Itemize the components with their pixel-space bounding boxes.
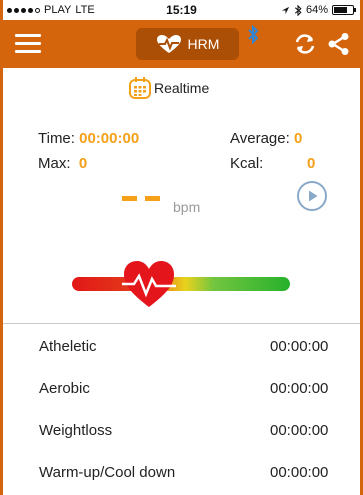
- zone-row-weightloss[interactable]: Weightloss 00:00:00: [3, 409, 360, 451]
- kcal-stat: Kcal:: [230, 155, 263, 172]
- zone-time: 00:00:00: [270, 380, 329, 397]
- zone-label: Atheletic: [39, 338, 97, 355]
- max-label: Max:: [38, 155, 71, 172]
- tab-realtime-label: Realtime: [154, 80, 210, 96]
- tab-realtime[interactable]: Realtime: [128, 76, 209, 100]
- share-icon[interactable]: [327, 32, 351, 56]
- zone-label: Warm-up/Cool down: [39, 464, 176, 481]
- zone-time: 00:00:00: [270, 464, 329, 481]
- bluetooth-status-icon: [294, 4, 302, 16]
- zone-time: 00:00:00: [270, 338, 329, 355]
- status-right: 64%: [281, 4, 356, 16]
- battery-icon: [332, 5, 356, 15]
- time-value: 00:00:00: [79, 130, 140, 147]
- average-value: 0: [293, 130, 303, 147]
- list-divider: [3, 323, 360, 324]
- average-stat: Average: 0: [230, 130, 302, 147]
- bluetooth-icon: [248, 24, 259, 45]
- zone-label: Aerobic: [39, 380, 90, 397]
- zone-row-atheletic[interactable]: Atheletic 00:00:00: [3, 325, 360, 367]
- max-value: 0: [78, 155, 88, 172]
- calendar-grid-icon: [129, 77, 151, 99]
- location-arrow-icon: [281, 6, 290, 14]
- zone-label: Weightloss: [39, 422, 113, 439]
- max-stat: Max: 0: [38, 155, 87, 172]
- zone-row-aerobic[interactable]: Aerobic 00:00:00: [3, 367, 360, 409]
- hrm-label: HRM: [187, 36, 220, 52]
- bpm-unit: bpm: [173, 199, 201, 215]
- battery-percent: 64%: [305, 4, 328, 16]
- bpm-placeholder-dash: [122, 196, 137, 201]
- play-button[interactable]: [297, 181, 327, 211]
- nav-bar: HRM: [3, 20, 360, 68]
- zone-time: 00:00:00: [270, 422, 329, 439]
- heart-rate-zone-bar: [72, 277, 290, 291]
- time-label: Time:: [38, 130, 75, 147]
- hrm-button[interactable]: HRM: [136, 28, 239, 60]
- bpm-placeholder-dash: [145, 196, 160, 201]
- heart-icon: [122, 261, 176, 307]
- kcal-value: 0: [307, 155, 316, 172]
- heartbeat-icon: [156, 35, 181, 53]
- play-icon: [309, 190, 318, 202]
- sync-icon[interactable]: [293, 32, 317, 56]
- menu-icon[interactable]: [15, 34, 41, 54]
- kcal-label: Kcal:: [230, 155, 264, 172]
- average-label: Average:: [230, 130, 290, 147]
- zone-row-warmup-cooldown[interactable]: Warm-up/Cool down 00:00:00: [3, 451, 360, 493]
- status-bar: PLAY LTE 15:19 64%: [3, 0, 360, 20]
- time-stat: Time: 00:00:00: [38, 130, 139, 147]
